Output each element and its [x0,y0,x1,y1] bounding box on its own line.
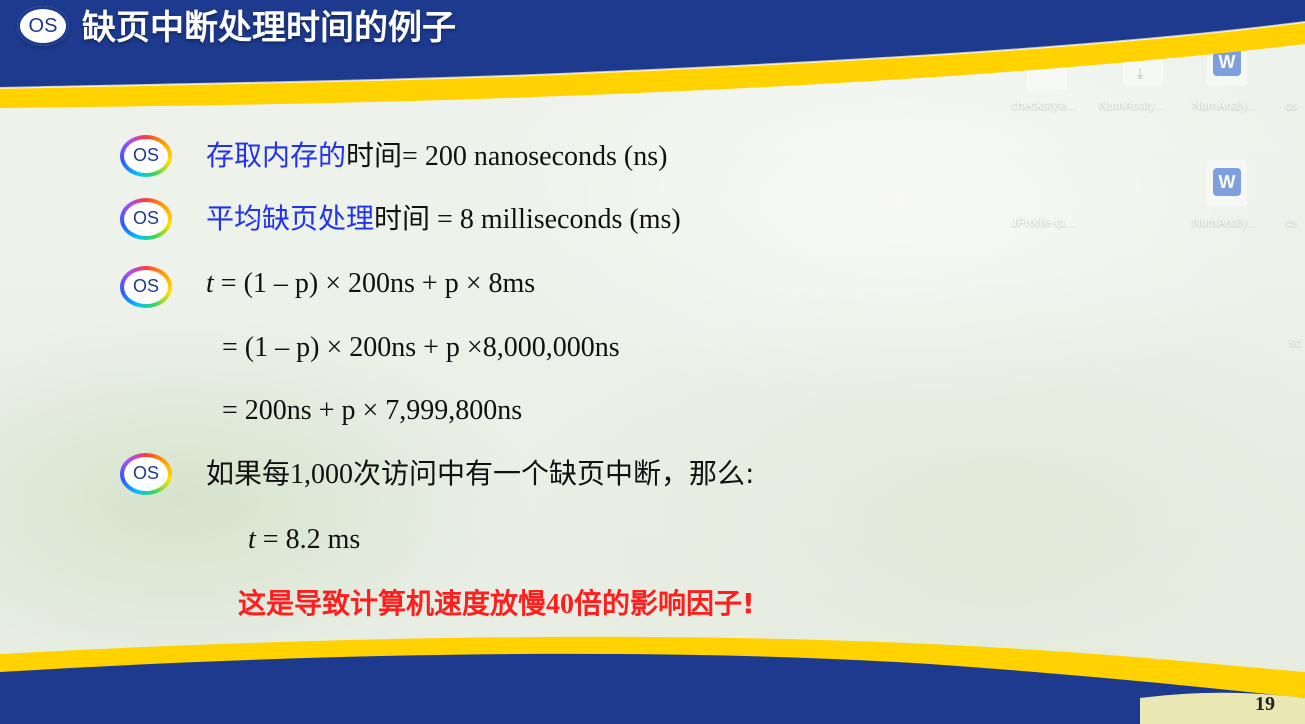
condition-suffix: 次访问中有一个缺页中断，那么: [353,457,755,490]
desktop-label-numanaly-1: NumAnaly... [1099,98,1164,112]
conclusion-suffix: 倍的影响因子! [574,587,755,620]
formula-line-2: = (1 – p) × 200ns + p ×8,000,000ns [222,332,620,363]
conclusion-line: 这是导致计算机速度放慢40倍的影响因子! [238,586,755,623]
result-value: = 8.2 ms [255,524,361,555]
os-bullet-text: OS [132,144,159,165]
os-bullet-ring: OS [120,135,172,177]
header-os-logo-text: OS [28,14,58,37]
time-label-2: 时间 [374,202,431,235]
result-line: t = 8.2 ms [248,522,360,558]
os-bullet-icon: OS [120,453,172,495]
desktop-label-jprofile: JProfile-ip... [1011,215,1075,229]
desktop-label-numanaly-3: NumAnaly... [1192,215,1257,229]
os-bullet-text: OS [132,275,159,296]
formula-t-variable: t [206,268,214,299]
header-os-logo: OS [17,6,69,46]
condition-number: 1,000 [290,459,354,490]
formula-line-1-text: = (1 – p) × 200ns + p × 8ms [213,268,536,299]
memory-access-label: 存取内存的 [206,139,347,172]
os-bullet-text: OS [132,462,159,483]
desktop-label-checkstyle: checkstyle... [1011,98,1078,112]
word-file-icon-2 [1207,160,1247,206]
os-bullet-ring: OS [120,198,172,240]
page-fault-service-value: = 8 milliseconds (ms) [430,204,681,235]
desktop-label-numanaly-2: NumAnaly... [1192,98,1257,112]
desktop-label-cs-2: cs [1285,215,1297,229]
word-file-icon [1207,40,1247,86]
os-bullet-icon: OS [120,266,172,308]
os-bullet-icon: OS [120,135,172,177]
memory-access-value: = 200 nanoseconds (ns) [402,141,668,172]
os-bullet-text: OS [132,207,159,228]
conclusion-number: 40 [546,589,575,620]
formula-line-3: = 200ns + p × 7,999,800ns [222,395,523,426]
result-t-variable: t [248,524,256,555]
page-fault-service-time-line: 平均缺页处理时间 = 8 milliseconds (ms) [206,201,681,238]
slide-title: 缺页中断处理时间的例子 [82,8,456,48]
os-bullet-ring: OS [120,453,172,495]
condition-prefix: 如果每 [206,457,291,490]
os-bullet-ring: OS [120,266,172,308]
page-fault-service-label: 平均缺页处理 [206,202,375,235]
condition-line: 如果每1,000次访问中有一个缺页中断，那么: [206,456,754,493]
desktop-file-icon [1027,44,1067,90]
os-bullet-icon: OS [120,198,172,240]
desktop-label-cs-1: cs [1285,98,1297,112]
memory-access-time-line: 存取内存的时间= 200 nanoseconds (ns) [206,138,667,175]
formula-line-1: t = (1 – p) × 200ns + p × 8ms [206,266,535,302]
pdf-file-icon [1123,40,1163,86]
conclusion-prefix: 这是导致计算机速度放慢 [238,587,547,620]
time-label-1: 时间 [346,139,403,172]
desktop-label-sc: sc [1289,335,1301,349]
